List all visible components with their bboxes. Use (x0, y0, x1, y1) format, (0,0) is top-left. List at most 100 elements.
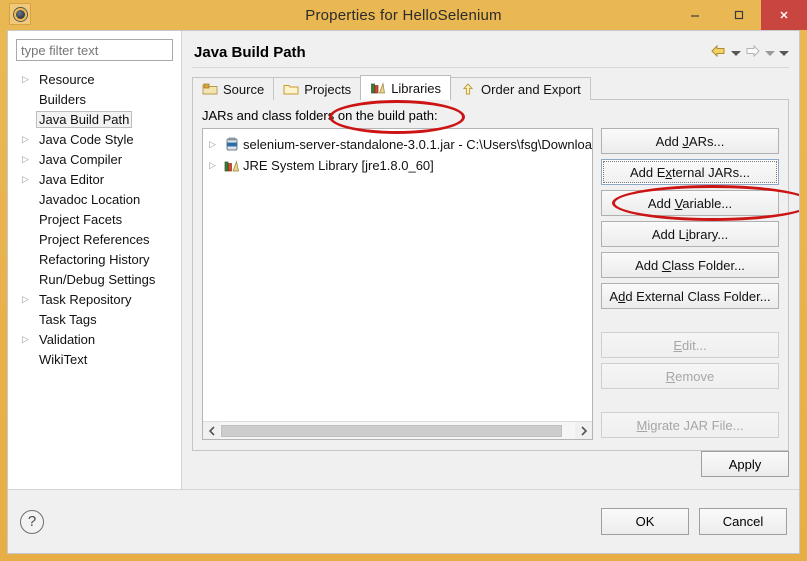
horizontal-scrollbar[interactable] (203, 421, 592, 439)
scrollbar-thumb[interactable] (221, 424, 562, 437)
tab-label: Order and Export (481, 81, 581, 97)
sidebar-item-java-build-path[interactable]: Java Build Path (8, 109, 181, 129)
sidebar-item-project-facets[interactable]: Project Facets (8, 209, 181, 229)
tab-libraries[interactable]: Libraries (360, 75, 452, 100)
page-header: Java Build Path (192, 39, 789, 65)
dialog-upper-area: ▷ResourceBuildersJava Build Path▷Java Co… (8, 31, 799, 491)
jar-entry-label: JRE System Library [jre1.8.0_60] (243, 158, 434, 173)
add-external-jars-button[interactable]: Add External JARs... (601, 159, 779, 185)
sidebar-item-run-debug-settings[interactable]: Run/Debug Settings (8, 269, 181, 289)
filter-input[interactable] (16, 39, 174, 61)
preferences-page: Java Build Path Source Projects Librarie… (182, 31, 799, 491)
tab-label: Source (223, 81, 265, 97)
back-arrow-icon[interactable] (710, 44, 727, 61)
sidebar-item-label: Java Compiler (39, 151, 123, 167)
sidebar-item-label: Builders (39, 91, 86, 107)
libraries-content-row: ▷ selenium-server-standalone-3.0.1.jar - … (202, 128, 779, 440)
expand-triangle-icon[interactable]: ▷ (22, 334, 36, 344)
expand-triangle-icon[interactable]: ▷ (22, 174, 36, 184)
close-button[interactable] (761, 0, 807, 30)
sidebar-item-label: Java Build Path (36, 110, 133, 128)
sidebar-item-label: WikiText (39, 351, 88, 367)
jar-tree: ▷ selenium-server-standalone-3.0.1.jar - … (203, 129, 592, 176)
libraries-tab-panel: JARs and class folders on the build path… (192, 99, 789, 451)
expand-triangle-icon[interactable]: ▷ (22, 294, 36, 304)
sidebar-item-label: Project References (39, 231, 150, 247)
sidebar-item-label: Java Code Style (39, 131, 134, 147)
eclipse-icon (9, 3, 31, 25)
chevron-right-icon[interactable] (575, 421, 592, 439)
button-label: Add External Class Folder... (609, 288, 771, 304)
sidebar-item-project-references[interactable]: Project References (8, 229, 181, 249)
sidebar-item-javadoc-location[interactable]: Javadoc Location (8, 189, 181, 209)
header-divider (192, 67, 789, 68)
sidebar-item-wikitext[interactable]: WikiText (8, 349, 181, 369)
back-dropdown-icon[interactable] (730, 47, 741, 58)
jars-description: JARs and class folders on the build path… (202, 108, 438, 123)
sidebar-item-label: Resource (39, 71, 95, 87)
sidebar-item-resource[interactable]: ▷ Resource (8, 69, 181, 89)
tab-projects[interactable]: Projects (273, 77, 362, 100)
button-label: Add External JARs... (630, 164, 750, 180)
apply-button[interactable]: Apply (701, 451, 789, 477)
forward-dropdown-icon[interactable] (764, 47, 775, 58)
sidebar-item-task-repository[interactable]: ▷ Task Repository (8, 289, 181, 309)
maximize-button[interactable] (717, 0, 761, 30)
sidebar-item-validation[interactable]: ▷ Validation (8, 329, 181, 349)
preferences-tree: ▷ Resource Builders Java Build Path ▷ Java Co… (8, 69, 181, 369)
chevron-left-icon[interactable] (203, 421, 221, 439)
forward-arrow-icon[interactable] (744, 44, 761, 61)
properties-dialog-window: Properties for HelloSelenium ▷ResourceBu… (0, 0, 807, 561)
sidebar-item-label: Refactoring History (39, 251, 150, 267)
cancel-button[interactable]: Cancel (699, 508, 787, 535)
filter-container (8, 39, 181, 61)
expand-triangle-icon[interactable]: ▷ (22, 74, 36, 84)
window-controls (673, 0, 807, 30)
ok-button-label: OK (635, 514, 655, 529)
sidebar-item-java-compiler[interactable]: ▷ Java Compiler (8, 149, 181, 169)
page-nav-controls (710, 44, 789, 61)
projects-folder-icon (283, 82, 299, 96)
jar-tree-row[interactable]: ▷ JRE System Library [jre1.8.0_60] (203, 155, 592, 176)
tab-source[interactable]: Source (192, 77, 275, 100)
ok-button[interactable]: OK (601, 508, 689, 535)
add-library-button[interactable]: Add Library... (601, 221, 779, 247)
preferences-sidebar: ▷ResourceBuildersJava Build Path▷Java Co… (8, 31, 183, 491)
sidebar-item-label: Project Facets (39, 211, 123, 227)
help-question-icon[interactable]: ? (20, 509, 44, 534)
button-label: Add Library... (651, 226, 729, 242)
sidebar-item-task-tags[interactable]: Task Tags (8, 309, 181, 329)
help-label: ? (27, 513, 37, 530)
jar-tree-row[interactable]: ▷ selenium-server-standalone-3.0.1.jar - … (203, 134, 592, 155)
libraries-button-column: Add JARs... Add External JARs... Add Varia… (601, 128, 779, 440)
minimize-button[interactable] (673, 0, 717, 30)
sidebar-item-java-editor[interactable]: ▷ Java Editor (8, 169, 181, 189)
sidebar-item-label: Task Tags (39, 311, 97, 327)
libraries-icon (370, 81, 386, 95)
expand-triangle-icon[interactable]: ▷ (22, 134, 36, 144)
page-title: Java Build Path (194, 43, 306, 61)
scrollbar-track[interactable] (220, 421, 575, 439)
add-jars-button[interactable]: Add JARs... (601, 128, 779, 154)
add-class-folder-button[interactable]: Add Class Folder... (601, 252, 779, 278)
jar-tree-container[interactable]: ▷ selenium-server-standalone-3.0.1.jar - … (202, 128, 593, 440)
expand-triangle-icon[interactable]: ▷ (22, 154, 36, 164)
edit-button: Edit... (601, 332, 779, 358)
apply-row: Apply (701, 451, 789, 477)
expand-triangle-icon[interactable]: ▷ (209, 139, 224, 150)
cancel-button-label: Cancel (722, 514, 764, 529)
sidebar-item-label: Java Editor (39, 171, 105, 187)
button-label: Add JARs... (655, 133, 725, 149)
jar-entry-label: selenium-server-standalone-3.0.1.jar - C… (243, 137, 592, 152)
sidebar-item-refactoring-history[interactable]: Refactoring History (8, 249, 181, 269)
add-variable-button[interactable]: Add Variable... (601, 190, 779, 216)
page-menu-chevron-down-icon[interactable] (778, 47, 789, 58)
titlebar: Properties for HelloSelenium (7, 0, 807, 30)
tab-order-and-export[interactable]: Order and Export (450, 77, 591, 100)
tab-label: Projects (304, 81, 352, 97)
sidebar-item-builders[interactable]: Builders (8, 89, 181, 109)
expand-triangle-icon[interactable]: ▷ (209, 160, 224, 171)
sidebar-item-java-code-style[interactable]: ▷ Java Code Style (8, 129, 181, 149)
sidebar-item-label: Run/Debug Settings (39, 271, 156, 287)
add-external-class-folder-button[interactable]: Add External Class Folder... (601, 283, 779, 309)
